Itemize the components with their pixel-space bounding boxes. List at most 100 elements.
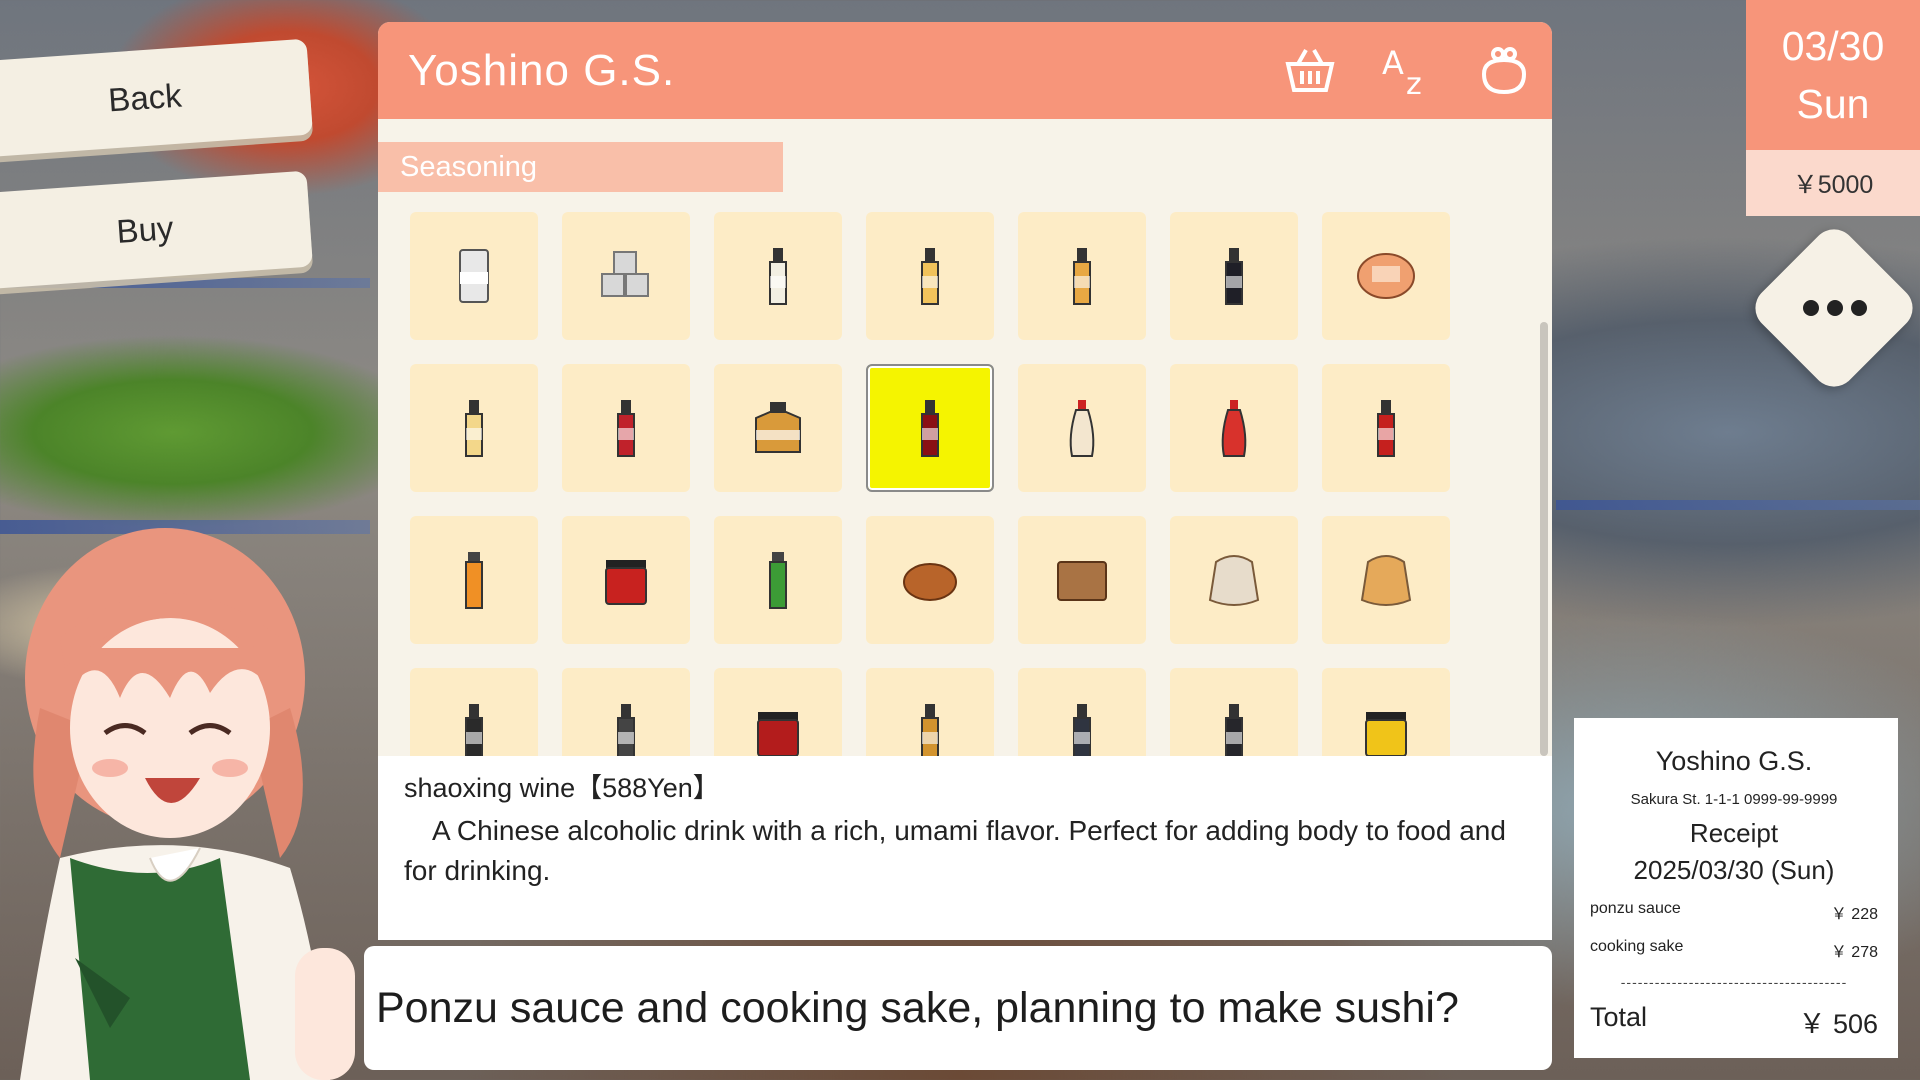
item-sauce-bottle-b[interactable] — [562, 668, 690, 756]
item-ponzu-bottle[interactable] — [562, 364, 690, 492]
receipt-store: Yoshino G.S. — [1655, 746, 1813, 776]
basket-icon[interactable] — [1284, 44, 1336, 96]
item-tempura-flour-bag[interactable] — [1322, 516, 1450, 644]
item-chili-sauce-bottle-icon — [1377, 400, 1395, 457]
item-wasabi-tube[interactable] — [714, 516, 842, 644]
shop-panel: Yoshino G.S. A z Seasoning shaoxing wine… — [378, 22, 1552, 940]
item-karashi-tube[interactable] — [410, 516, 538, 644]
item-gochujang-tub-icon — [605, 560, 647, 605]
item-mustard-jar[interactable] — [1322, 668, 1450, 756]
date-weekday: Sun — [1796, 81, 1870, 127]
shelf-edge — [1556, 500, 1920, 510]
dialogue-text: Ponzu sauce and cooking sake, planning t… — [376, 983, 1459, 1032]
receipt-total-label: Total — [1590, 1002, 1648, 1032]
item-dressing-bottle[interactable] — [866, 668, 994, 756]
item-honey-jar-icon — [755, 402, 801, 453]
item-shaoxing-wine-bottle[interactable] — [866, 364, 994, 492]
buy-button[interactable]: Buy — [0, 170, 313, 290]
sort-az-icon[interactable]: A z — [1382, 44, 1434, 96]
item-vinegar-bottle-icon — [769, 248, 787, 305]
category-label: Seasoning — [400, 150, 538, 183]
item-sugar-cubes[interactable] — [562, 212, 690, 340]
receipt-title: Receipt — [1689, 818, 1779, 848]
item-soy-sauce-bottle-icon — [1225, 248, 1243, 305]
shop-header: Yoshino G.S. A z — [378, 22, 1552, 119]
money-amount: ￥5000 — [1792, 171, 1874, 199]
item-chili-sauce-bottle[interactable] — [1322, 364, 1450, 492]
item-jam-jar-icon — [757, 712, 799, 756]
item-karashi-tube-icon — [465, 552, 483, 609]
receipt-line-name: ponzu sauce — [1590, 900, 1681, 917]
item-salt-canister[interactable] — [410, 212, 538, 340]
item-description-box: shaoxing wine【588Yen】 A Chinese alcoholi… — [378, 756, 1552, 940]
item-cooking-oil-bottle-icon — [1073, 248, 1091, 305]
item-miso-pack-icon — [1357, 253, 1415, 299]
item-bread-crumbs-bag-icon — [1208, 555, 1260, 606]
receipt-line-price: ￥ 228 — [1830, 906, 1878, 923]
buy-button-label: Buy — [115, 209, 175, 250]
item-bread-crumbs-bag[interactable] — [1170, 516, 1298, 644]
item-dressing-bottle-icon — [921, 704, 939, 756]
item-dark-sauce-bottle-icon — [1073, 704, 1091, 756]
item-cooking-oil-bottle[interactable] — [1018, 212, 1146, 340]
receipt-address: Sakura St. 1-1-1 0999-99-9999 — [1630, 791, 1838, 808]
svg-text:A: A — [1382, 44, 1404, 82]
item-sauce-bottle-b-icon — [617, 704, 635, 756]
item-honey-jar[interactable] — [714, 364, 842, 492]
item-sauce-bottle-a-icon — [465, 704, 483, 756]
item-gochujang-tub[interactable] — [562, 516, 690, 644]
item-fish-sauce-bottle-icon — [1225, 704, 1243, 756]
svg-text:z: z — [1406, 67, 1422, 96]
item-mirin-bottle-icon — [921, 248, 939, 305]
item-fish-sauce-bottle[interactable] — [1170, 668, 1298, 756]
receipt-date: 2025/03/30 (Sun) — [1633, 855, 1835, 885]
coin-purse-icon[interactable] — [1478, 44, 1530, 96]
receipt-line-name: cooking sake — [1590, 938, 1684, 955]
item-description-text: A Chinese alcoholic drink with a rich, u… — [404, 815, 1506, 886]
item-sugar-cubes-icon — [601, 251, 649, 297]
item-shaoxing-wine-bottle-icon — [921, 400, 939, 457]
item-miso-pack[interactable] — [1322, 212, 1450, 340]
item-jam-jar[interactable] — [714, 668, 842, 756]
receipt-separator: ---------------------------------------- — [1620, 974, 1848, 990]
back-button-label: Back — [107, 76, 183, 119]
item-mirin-bottle[interactable] — [866, 212, 994, 340]
item-description-title: shaoxing wine【588Yen】 — [404, 773, 720, 803]
item-brown-sugar-block[interactable] — [1018, 516, 1146, 644]
receipt-total: Total ￥ 506 — [1590, 1002, 1878, 1041]
item-curry-roux-icon — [903, 563, 957, 601]
item-sauce-bottle-a[interactable] — [410, 668, 538, 756]
receipt-total-value: ￥ 506 — [1798, 1009, 1878, 1039]
date-day: 03/30 — [1781, 23, 1885, 69]
back-button[interactable]: Back — [0, 38, 313, 158]
store-title: Yoshino G.S. — [408, 45, 676, 95]
item-tempura-flour-bag-icon — [1360, 555, 1412, 606]
item-ketchup-bottle-icon — [1221, 400, 1247, 457]
item-brown-sugar-block-icon — [1057, 561, 1107, 601]
money-display: ￥5000 — [1746, 150, 1920, 216]
item-curry-roux[interactable] — [866, 516, 994, 644]
item-sesame-oil-bottle[interactable] — [410, 364, 538, 492]
item-salt-canister-icon — [459, 249, 489, 303]
item-ponzu-bottle-icon — [617, 400, 635, 457]
shopkeeper-character — [20, 528, 355, 1080]
item-grid — [410, 212, 1470, 756]
dialogue-box[interactable]: Ponzu sauce and cooking sake, planning t… — [364, 946, 1552, 1070]
item-mustard-jar-icon — [1365, 712, 1407, 756]
item-mayonnaise-bottle-icon — [1069, 400, 1095, 457]
item-wasabi-tube-icon — [769, 552, 787, 609]
category-tab-seasoning[interactable]: Seasoning — [378, 142, 783, 192]
grid-scrollbar[interactable] — [1540, 322, 1548, 756]
item-ketchup-bottle[interactable] — [1170, 364, 1298, 492]
receipt: Yoshino G.S. Sakura St. 1-1-1 0999-99-99… — [1574, 718, 1898, 1058]
receipt-line: ponzu sauce ￥ 228 — [1590, 900, 1878, 924]
item-soy-sauce-bottle[interactable] — [1170, 212, 1298, 340]
receipt-line-price: ￥ 278 — [1830, 944, 1878, 961]
item-vinegar-bottle[interactable] — [714, 212, 842, 340]
item-sesame-oil-bottle-icon — [465, 400, 483, 457]
receipt-line: cooking sake ￥ 278 — [1590, 938, 1878, 962]
item-dark-sauce-bottle[interactable] — [1018, 668, 1146, 756]
more-dots-icon[interactable] — [1803, 294, 1867, 322]
item-mayonnaise-bottle[interactable] — [1018, 364, 1146, 492]
date-panel: 03/30 Sun ￥5000 — [1746, 0, 1920, 216]
